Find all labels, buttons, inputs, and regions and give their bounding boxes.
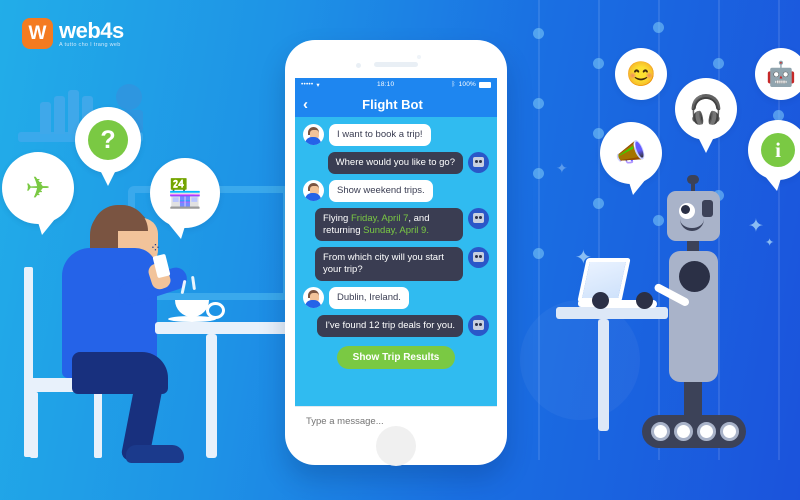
headset-support-icon: 🎧 <box>688 93 724 125</box>
msg-depart-date: Friday, April 7 <box>350 212 409 224</box>
wifi-icon: ▾ <box>316 81 320 89</box>
message-row-bot: Where would you like to go? <box>303 151 489 174</box>
sparkle-icon: ✦ <box>765 237 775 249</box>
phone-signal-icon: ⁘ <box>150 240 161 255</box>
sparkle-icon: ✦ <box>556 160 568 176</box>
bg-dot <box>533 168 544 179</box>
message-row-user: Dublin, Ireland. <box>303 287 489 309</box>
smiley-face-icon: 😊 <box>626 60 656 88</box>
question-mark-icon: ? <box>88 120 128 160</box>
robot-neck <box>687 241 699 251</box>
coffee-cup <box>175 300 209 317</box>
message-bubble: Where would you like to go? <box>327 151 463 174</box>
bg-dot <box>593 198 604 209</box>
bubble-megaphone[interactable]: 📣 <box>600 122 662 195</box>
storefront-icon: 🏪 <box>167 177 203 209</box>
chair-leg <box>30 392 38 458</box>
shoe <box>126 445 184 463</box>
msg-prefix: Flying <box>323 212 351 224</box>
page-title: Flight Bot <box>362 96 423 112</box>
robot-wheel <box>720 422 739 441</box>
message-bubble: Show weekend trips. <box>329 179 433 202</box>
desk-top-left <box>155 322 290 334</box>
bubble-support[interactable]: 🎧 <box>675 78 737 153</box>
bubble-info[interactable]: i <box>748 120 800 191</box>
bg-dot <box>593 58 604 69</box>
avatar-bot <box>468 315 489 336</box>
brand-logo[interactable]: W web4s A tutto cho I trang web <box>22 18 124 49</box>
message-bubble: Dublin, Ireland. <box>329 287 409 309</box>
bg-dot <box>593 128 604 139</box>
avatar-bot <box>468 207 489 229</box>
proximity-sensor-icon <box>417 55 421 59</box>
app-nav-bar: ‹ Flight Bot <box>295 91 497 117</box>
msg-return-date: Sunday, April 9. <box>363 224 429 236</box>
bg-dot <box>653 22 664 33</box>
bg-dot <box>533 28 544 39</box>
front-camera-icon <box>356 63 361 68</box>
bubble-robot[interactable]: 🤖 <box>755 48 800 100</box>
earpiece-speaker <box>374 62 418 67</box>
bg-dot <box>533 248 544 259</box>
avatar-user <box>303 179 324 201</box>
battery-icon <box>479 81 491 88</box>
status-bar: ••••• ▾ 18:10 ᛒ 100% <box>295 78 497 91</box>
avatar-user <box>303 124 324 145</box>
show-trip-results-button[interactable]: Show Trip Results <box>336 345 456 369</box>
desk-leg-left <box>206 334 217 458</box>
message-bubble: I've found 12 trip deals for you. <box>317 315 463 337</box>
phone-screen: ••••• ▾ 18:10 ᛒ 100% ‹ Flight Bot I want… <box>295 78 497 406</box>
sparkle-icon: ✦ <box>748 216 764 237</box>
home-button[interactable] <box>376 426 416 466</box>
robot-post <box>684 382 702 419</box>
illustration-canvas: ✦ ✦ ✦ ✦ ✦ W web4s A tutto cho I trang we… <box>0 0 800 500</box>
robot-face-icon: 🤖 <box>766 60 796 88</box>
smartphone-mockup: ••••• ▾ 18:10 ᛒ 100% ‹ Flight Bot I want… <box>285 40 507 466</box>
bubble-question[interactable]: ? <box>75 107 141 186</box>
robot-wheel <box>651 422 670 441</box>
cta-row: Show Trip Results <box>303 345 489 369</box>
message-bubble: From which city will you start your trip… <box>315 247 463 282</box>
megaphone-icon: 📣 <box>615 138 647 167</box>
logo-name: web4s <box>59 17 124 43</box>
robot-wheel <box>674 422 693 441</box>
status-time: 18:10 <box>377 81 395 88</box>
book <box>40 102 51 134</box>
bg-dot <box>653 215 664 226</box>
logo-mark-icon: W <box>22 18 53 49</box>
chair-leg <box>94 392 102 458</box>
info-icon: i <box>761 133 795 167</box>
message-row-bot: Flying Friday, April 7, and returning Su… <box>303 207 489 242</box>
battery-level: 100% <box>458 81 476 88</box>
robot-elbow-joint <box>636 292 653 309</box>
bubble-smiley[interactable]: 😊 <box>615 48 667 100</box>
desk-leg-right <box>598 319 609 431</box>
robot-wheel <box>697 422 716 441</box>
message-row-bot: I've found 12 trip deals for you. <box>303 315 489 337</box>
bg-dot <box>533 98 544 109</box>
desk-top-right <box>556 307 668 319</box>
bubble-store[interactable]: 🏪 <box>150 158 220 239</box>
message-row-bot: From which city will you start your trip… <box>303 247 489 282</box>
robot-wrist-joint <box>592 292 609 309</box>
airplane-icon: ✈ <box>25 171 51 205</box>
robot-shoulder-joint <box>679 261 710 292</box>
signal-icon: ••••• <box>301 81 314 88</box>
bg-dot <box>713 58 724 69</box>
message-row-user: Show weekend trips. <box>303 179 489 202</box>
message-bubble-dates: Flying Friday, April 7, and returning Su… <box>315 207 463 242</box>
robot-pupil <box>681 205 690 214</box>
book <box>54 96 65 134</box>
message-bubble: I want to book a trip! <box>329 124 431 146</box>
message-list: I want to book a trip! Where would you l… <box>295 117 497 373</box>
avatar-bot <box>468 247 489 269</box>
bubble-airplane[interactable]: ✈ <box>2 152 74 235</box>
bluetooth-icon: ᛒ <box>451 81 456 88</box>
message-row-user: I want to book a trip! <box>303 124 489 146</box>
avatar-bot <box>468 151 489 173</box>
avatar-user <box>303 287 324 309</box>
logo-tagline: A tutto cho I trang web <box>59 41 121 48</box>
